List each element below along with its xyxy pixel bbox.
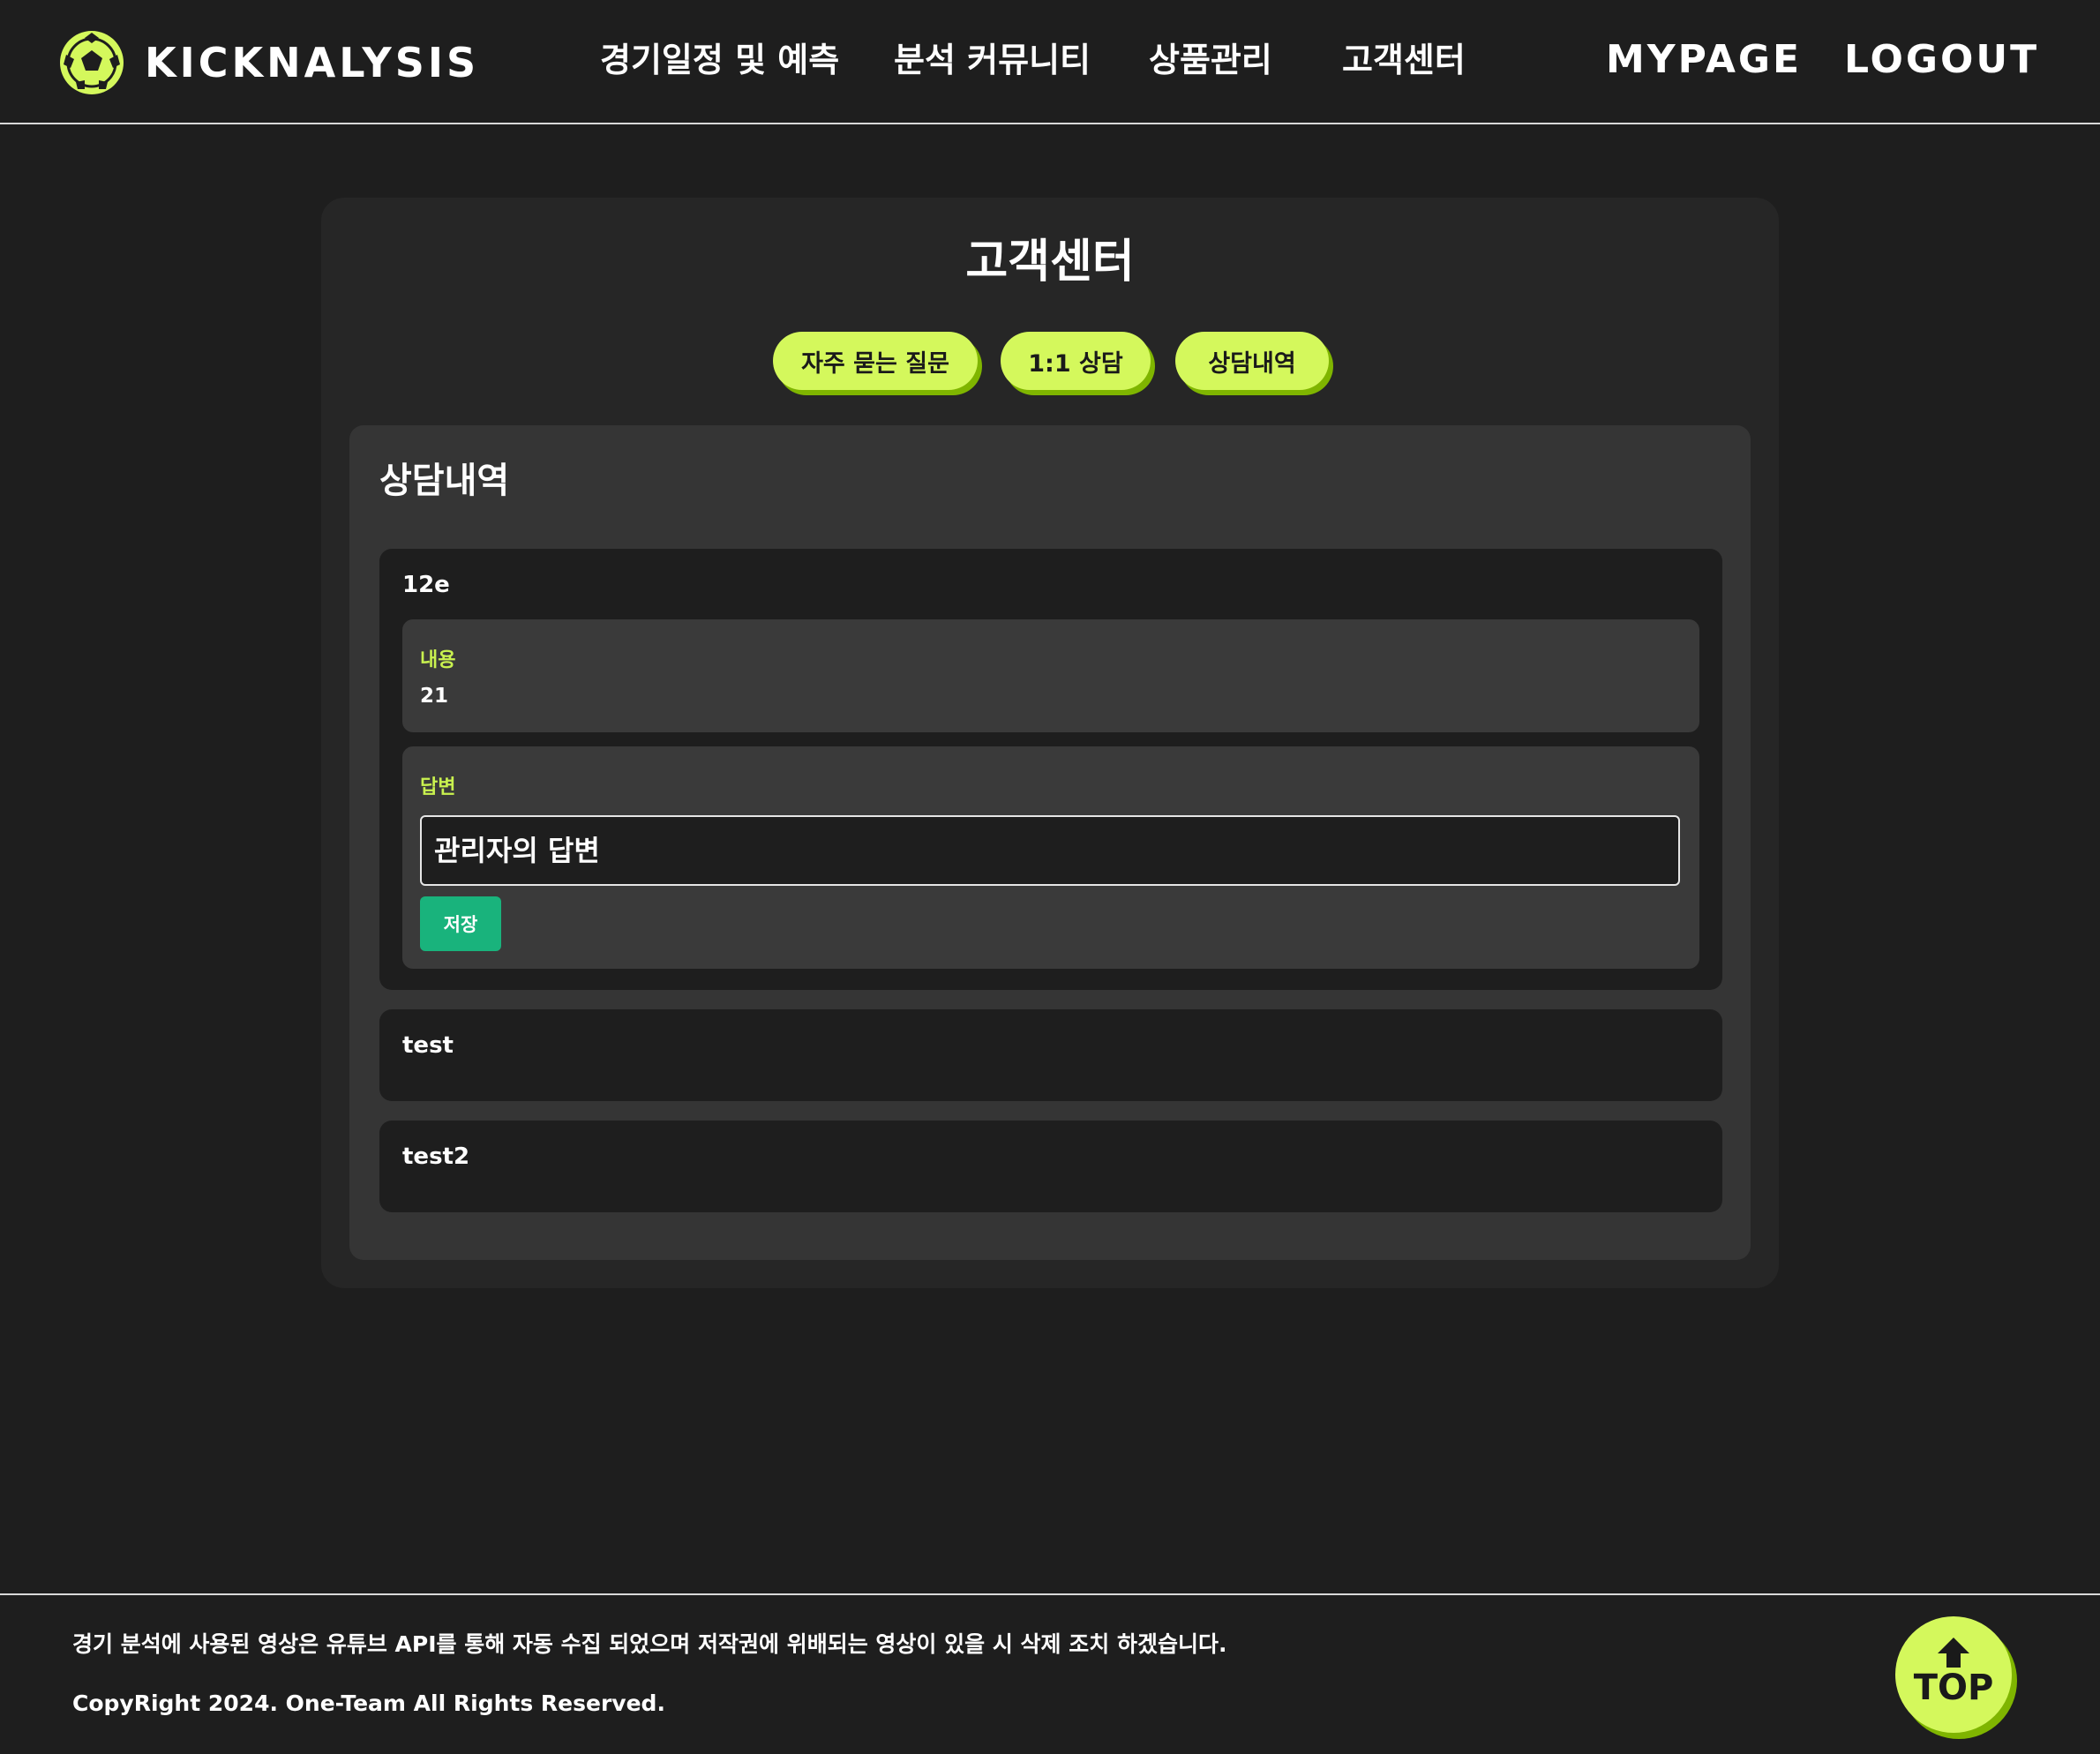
- nav-item-products[interactable]: 상품관리: [1149, 35, 1272, 85]
- scroll-top-label: TOP: [1913, 1668, 1994, 1708]
- answer-label: 답변: [420, 776, 456, 798]
- inquiry-content-box: 내용 21: [402, 619, 1699, 732]
- answer-input[interactable]: [420, 815, 1680, 886]
- tab-history[interactable]: 상담내역: [1175, 332, 1329, 390]
- nav-item-community[interactable]: 분석 커뮤니티: [894, 35, 1091, 85]
- tab-faq[interactable]: 자주 묻는 질문: [773, 332, 978, 390]
- site-header: KICKNALYSIS 경기일정 및 예측 분석 커뮤니티 상품관리 고객센터 …: [0, 0, 2100, 124]
- inquiry-item[interactable]: 12e 내용 21 답변 저장: [379, 549, 1722, 990]
- mypage-link[interactable]: MYPAGE: [1606, 35, 1802, 85]
- save-button[interactable]: 저장: [420, 896, 501, 951]
- inquiry-item[interactable]: test: [379, 1009, 1722, 1101]
- page-title: 고객센터: [965, 236, 1135, 289]
- content-value: 21: [420, 685, 449, 708]
- logout-link[interactable]: LOGOUT: [1844, 35, 2039, 85]
- inquiry-title: test2: [402, 1143, 470, 1170]
- footer-notice: 경기 분석에 사용된 영상은 유튜브 API를 통해 자동 수집 되었으며 저작…: [72, 1631, 1227, 1657]
- soccer-ball-icon: [60, 31, 124, 94]
- inquiry-title: test: [402, 1032, 454, 1059]
- brand-logo[interactable]: KICKNALYSIS: [58, 29, 479, 96]
- tab-one-on-one[interactable]: 1:1 상담: [1001, 332, 1151, 390]
- history-panel: 상담내역 12e 내용 21 답변 저장 test test2: [349, 425, 1751, 1260]
- arrow-up-icon: [1938, 1638, 1969, 1668]
- inquiry-item[interactable]: test2: [379, 1121, 1722, 1212]
- scroll-top-button[interactable]: TOP: [1895, 1616, 2012, 1733]
- inquiry-title: 12e: [402, 572, 450, 598]
- brand-name: KICKNALYSIS: [145, 39, 480, 86]
- site-footer: 경기 분석에 사용된 영상은 유튜브 API를 통해 자동 수집 되었으며 저작…: [0, 1593, 2100, 1754]
- nav-item-support[interactable]: 고객센터: [1342, 35, 1466, 85]
- support-card: 고객센터 자주 묻는 질문 1:1 상담 상담내역 상담내역 12e 내용 21…: [321, 198, 1779, 1288]
- panel-title: 상담내역: [379, 461, 510, 501]
- nav-item-schedule[interactable]: 경기일정 및 예측: [600, 35, 839, 85]
- footer-copyright: CopyRight 2024. One-Team All Rights Rese…: [72, 1690, 665, 1716]
- content-label: 내용: [420, 649, 456, 671]
- answer-box: 답변 저장: [402, 746, 1699, 969]
